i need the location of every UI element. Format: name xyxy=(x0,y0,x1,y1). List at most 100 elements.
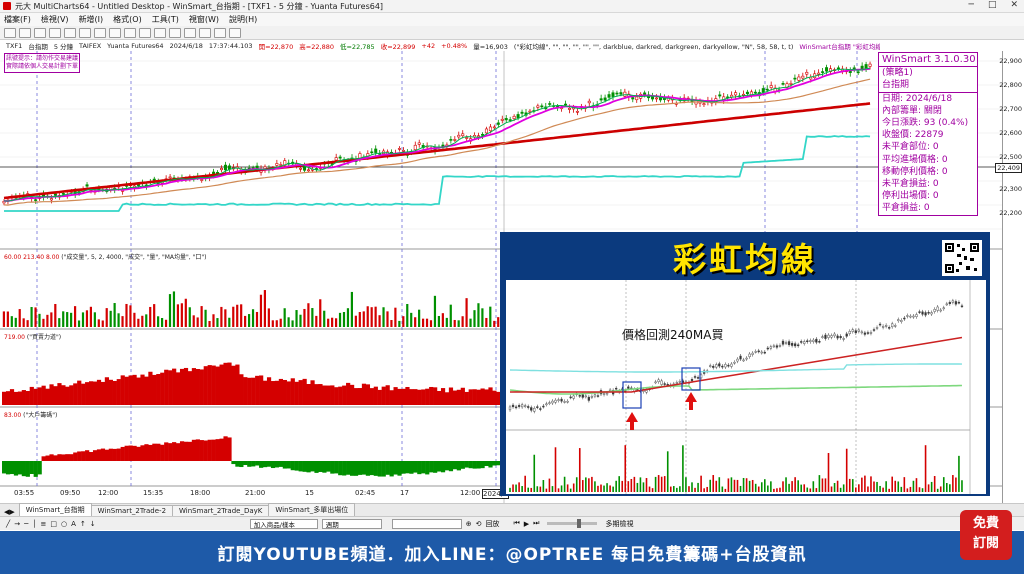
overlay-volume-bar xyxy=(764,479,766,492)
power-bar xyxy=(136,377,141,405)
indicator-button[interactable] xyxy=(154,27,166,38)
play-icon[interactable]: ▶ xyxy=(524,520,529,528)
zoom-label[interactable]: 多期檢視 xyxy=(605,519,633,529)
price-axis[interactable]: 22,900 22,800 22,700 22,600 22,500 22,40… xyxy=(995,51,1024,503)
menu-help[interactable]: 說明(H) xyxy=(229,14,257,25)
volume-bar xyxy=(192,315,195,327)
print-button[interactable] xyxy=(49,27,61,38)
replay-icon[interactable]: ⟲ xyxy=(476,520,482,528)
volume-bar xyxy=(236,304,239,327)
chip-bar xyxy=(492,461,497,466)
tab-2trade-2[interactable]: WinSmart_2Trade-2 xyxy=(90,505,174,516)
symbol-select[interactable]: 加入商品/樣本 xyxy=(249,518,318,529)
chip-bar xyxy=(104,449,110,461)
volume-bar xyxy=(212,314,215,327)
overlay-volume-bar xyxy=(773,488,775,492)
overlay-candle-body xyxy=(675,382,678,384)
crosshair-tool-button[interactable] xyxy=(79,27,91,38)
bar-style-button[interactable] xyxy=(184,27,196,38)
open-button[interactable] xyxy=(19,27,31,38)
forward-icon[interactable]: ⏭ xyxy=(533,519,539,528)
hline-tool-icon[interactable]: ─ xyxy=(24,520,28,528)
new-chart-button[interactable] xyxy=(4,27,16,38)
notice-line: 訊號提示：請勿作交易建議 xyxy=(6,55,79,62)
candle-style-button[interactable] xyxy=(199,27,211,38)
chip-bar xyxy=(425,461,430,475)
power-bar xyxy=(460,387,465,405)
chip-bar xyxy=(148,444,153,461)
zoom-slider[interactable] xyxy=(547,519,598,528)
tab-long-exit[interactable]: WinSmart_多單出場位 xyxy=(268,503,356,516)
overlay-candle-body xyxy=(569,396,572,399)
menu-insert[interactable]: 新增(I) xyxy=(79,14,104,25)
strategy-button[interactable] xyxy=(169,27,181,38)
volume-bar xyxy=(255,311,259,327)
zoom-out-button[interactable] xyxy=(139,27,151,38)
overlay-candle-body xyxy=(727,364,730,367)
add-icon[interactable]: ⊕ xyxy=(466,520,472,528)
interval-select[interactable]: 週期 xyxy=(321,518,382,529)
trendline-tool-button[interactable] xyxy=(94,27,106,38)
overlay-candle-body xyxy=(557,399,560,401)
rect-tool-icon[interactable]: □ xyxy=(50,520,57,528)
power-bar xyxy=(452,390,458,405)
overlay-candle-body xyxy=(709,365,712,367)
overlay-volume-bar xyxy=(870,476,872,492)
cursor-tool-button[interactable] xyxy=(64,27,76,38)
ellipse-tool-icon[interactable]: ○ xyxy=(61,520,67,528)
menu-format[interactable]: 格式(O) xyxy=(113,14,142,25)
tab-winsmart-taifex[interactable]: WinSmart_台指期 xyxy=(18,503,92,516)
volume-bar xyxy=(449,304,452,327)
power-bar xyxy=(298,380,303,405)
tab-nav-icon[interactable]: ◀▶ xyxy=(0,508,19,516)
volume-bar xyxy=(323,310,326,327)
power-bar xyxy=(357,388,363,405)
ray-tool-icon[interactable]: → xyxy=(14,520,20,528)
menu-view[interactable]: 檢視(V) xyxy=(41,14,69,25)
chart-status-line: TXF1 台指期 5 分鐘 TAIFEX Yuanta Futures64 20… xyxy=(0,40,880,51)
volume-bar xyxy=(133,312,136,327)
volume-bar xyxy=(184,298,187,327)
power-bar xyxy=(286,381,291,405)
close-button[interactable]: ✕ xyxy=(1010,0,1018,10)
power-bar xyxy=(377,389,382,405)
zoom-in-button[interactable] xyxy=(124,27,136,38)
overlay-candle-body xyxy=(745,357,748,360)
volume-bar xyxy=(331,317,334,327)
arrow-down-tool-icon[interactable]: ↓ xyxy=(90,520,96,528)
volume-bar xyxy=(93,312,96,327)
chip-bar xyxy=(17,461,23,475)
maximize-button[interactable]: □ xyxy=(988,0,997,10)
rewind-icon[interactable]: ⏮ xyxy=(513,519,519,528)
minimize-button[interactable]: ─ xyxy=(969,0,974,10)
chip-bar xyxy=(353,461,359,476)
menu-file[interactable]: 檔案(F) xyxy=(4,14,31,25)
line-tool-icon[interactable]: ╱ xyxy=(6,520,10,528)
overlay-volume-bar xyxy=(851,479,854,492)
overlay-volume-bar xyxy=(903,477,906,492)
subscribe-badge[interactable]: 免費 訂閱 xyxy=(960,510,1012,560)
line-style-button[interactable] xyxy=(214,27,226,38)
power-bar xyxy=(199,369,204,405)
power-bar xyxy=(259,375,264,405)
overlay-volume-bar xyxy=(815,488,818,492)
time-label: 17:37:44.103 xyxy=(208,41,253,50)
overlay-volume-bar xyxy=(545,488,548,492)
save-button[interactable] xyxy=(34,27,46,38)
menu-tools[interactable]: 工具(T) xyxy=(152,14,179,25)
overlay-volume-bar xyxy=(861,477,863,492)
overlay-volume-bar xyxy=(591,476,593,492)
menu-window[interactable]: 視窗(W) xyxy=(189,14,219,25)
vline-tool-icon[interactable]: │ xyxy=(32,520,36,528)
play-label[interactable]: 回放 xyxy=(485,519,499,529)
text-tool-button[interactable] xyxy=(109,27,121,38)
tab-2trade-dayk[interactable]: WinSmart_2Trade_DayK xyxy=(172,505,270,516)
search-input[interactable] xyxy=(391,518,462,529)
settings-button[interactable] xyxy=(229,27,241,38)
overlay-volume-bar xyxy=(830,486,833,492)
overlay-volume-bar xyxy=(594,481,596,492)
text-tool-icon[interactable]: A xyxy=(71,520,76,528)
arrow-up-tool-icon[interactable]: ↑ xyxy=(80,520,86,528)
fib-tool-icon[interactable]: ≡ xyxy=(41,520,47,528)
power-bar xyxy=(195,369,200,405)
